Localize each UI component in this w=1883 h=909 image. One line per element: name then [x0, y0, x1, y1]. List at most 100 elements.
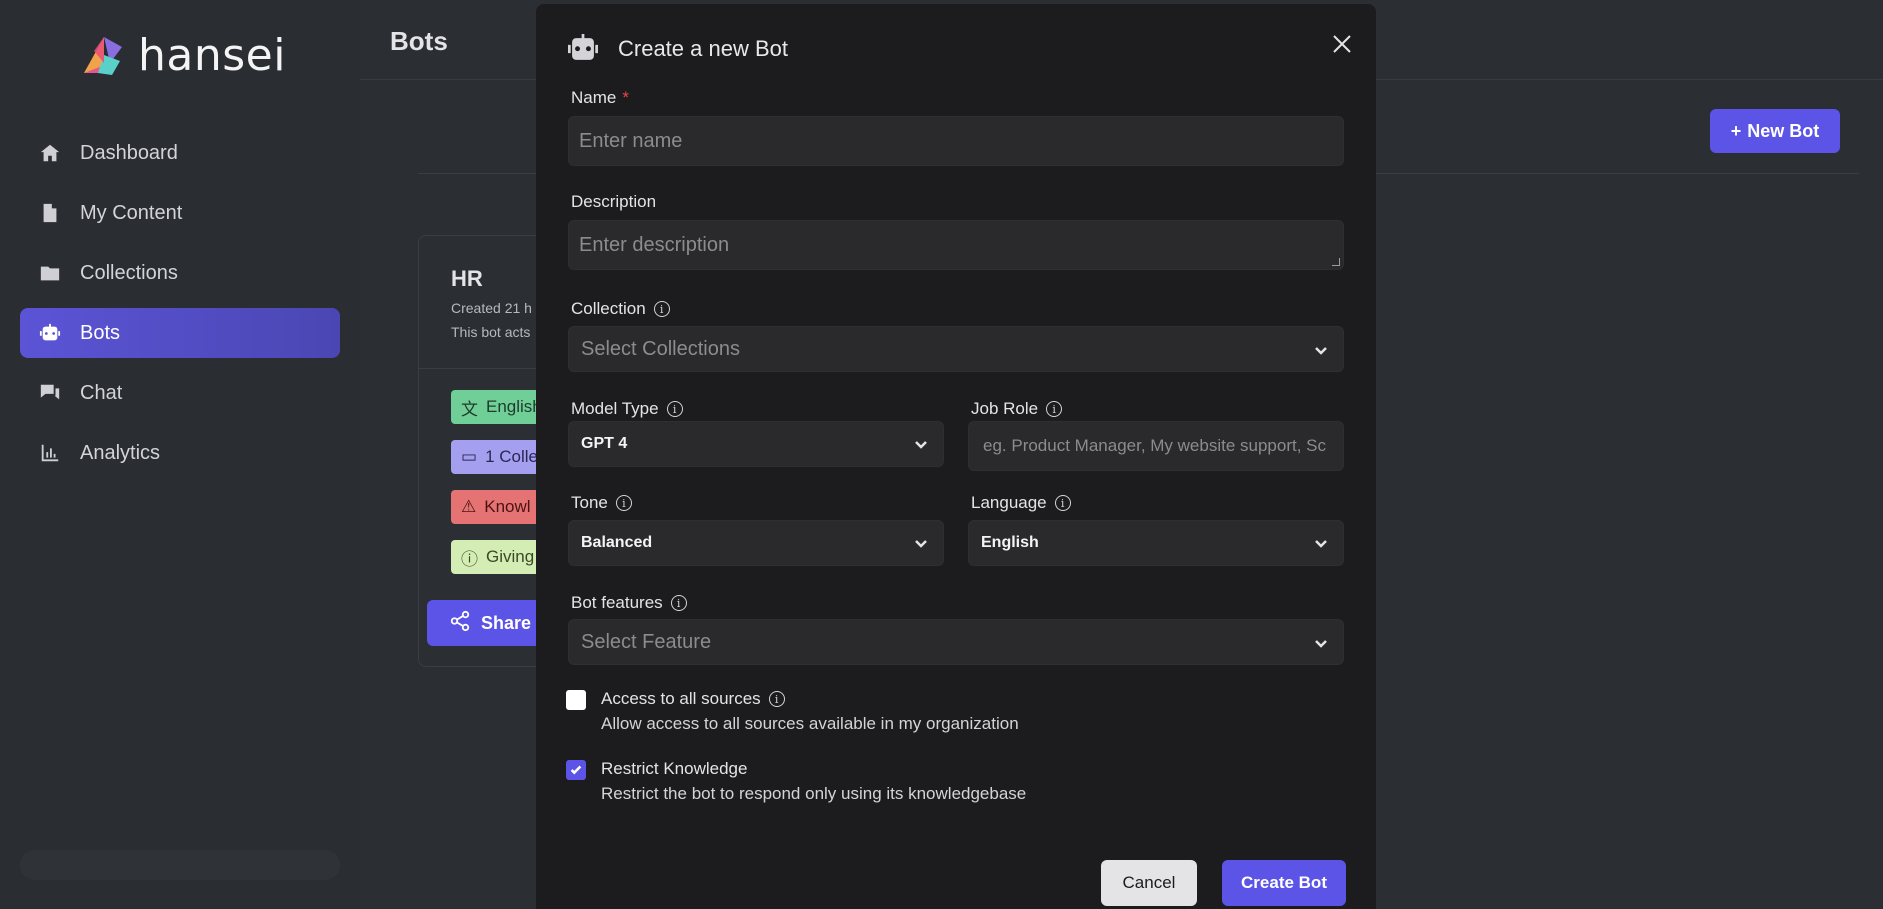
language-label-text: Language: [971, 493, 1047, 512]
access-all-sources-desc: Allow access to all sources available in…: [601, 714, 1019, 733]
sidebar-nav: Dashboard My Content Collections Bots Ch…: [20, 128, 340, 488]
model-type-select[interactable]: GPT 4: [568, 421, 944, 467]
tone-label-text: Tone: [571, 493, 608, 512]
sidebar-item-label: Chat: [80, 381, 123, 404]
new-bot-button[interactable]: + New Bot: [1710, 109, 1840, 153]
new-bot-label: New Bot: [1747, 120, 1820, 141]
sidebar-item-label: Collections: [80, 261, 178, 284]
sidebar-item-my-content[interactable]: My Content: [20, 188, 340, 238]
collection-select[interactable]: Select Collections: [568, 326, 1344, 372]
plus-icon: +: [1730, 120, 1742, 141]
language-select[interactable]: English: [968, 520, 1344, 566]
description-label-text: Description: [571, 192, 657, 211]
description-placeholder: Enter description: [579, 233, 730, 256]
resize-handle-icon[interactable]: [1332, 258, 1340, 266]
bot-features-label-text: Bot features: [571, 593, 663, 612]
bot-features-placeholder: Select Feature: [581, 630, 712, 653]
chevron-down-icon: [913, 535, 929, 551]
info-icon[interactable]: i: [615, 495, 632, 511]
info-icon[interactable]: i: [768, 691, 785, 707]
description-textarea[interactable]: Enter description: [568, 220, 1344, 270]
create-bot-button[interactable]: Create Bot: [1222, 860, 1346, 906]
language-value: English: [981, 534, 1039, 551]
warning-icon: ⚠: [461, 497, 477, 516]
collection-placeholder: Select Collections: [581, 337, 740, 360]
bot-card-created: Created 21 h: [451, 300, 532, 316]
name-label: Name *: [571, 88, 629, 108]
sidebar-item-label: My Content: [80, 201, 183, 224]
info-icon: ⓘ: [461, 549, 478, 569]
model-type-label: Model Type i: [571, 399, 683, 419]
sidebar-item-analytics[interactable]: Analytics: [20, 428, 340, 478]
model-type-label-text: Model Type: [571, 399, 659, 418]
tone-value: Balanced: [581, 534, 653, 551]
job-role-label-text: Job Role: [971, 399, 1039, 418]
sidebar-item-bots[interactable]: Bots: [20, 308, 340, 358]
sidebar-item-label: Dashboard: [80, 141, 178, 164]
create-bot-modal: Create a new Bot Name * Enter name Descr…: [536, 4, 1376, 909]
page-title: Bots: [390, 26, 448, 56]
restrict-knowledge-checkbox[interactable]: [566, 760, 586, 780]
folder-icon: [38, 261, 62, 285]
language-label: Language i: [971, 493, 1071, 513]
tag-label: 1 Colle: [485, 447, 538, 466]
cancel-button[interactable]: Cancel: [1101, 860, 1197, 906]
tone-select[interactable]: Balanced: [568, 520, 944, 566]
chart-icon: [38, 441, 62, 465]
sidebar-footer-pill[interactable]: [20, 850, 340, 880]
chevron-down-icon: [1313, 535, 1329, 551]
access-all-sources-checkbox[interactable]: [566, 690, 586, 710]
close-button[interactable]: [1330, 32, 1356, 58]
sidebar: hansei Dashboard My Content Collections …: [0, 0, 360, 909]
logo-text: hansei: [138, 30, 286, 81]
modal-header: Create a new Bot: [566, 34, 788, 64]
required-mark: *: [622, 88, 629, 107]
info-icon[interactable]: i: [670, 595, 687, 611]
close-icon: [1333, 35, 1351, 53]
info-icon[interactable]: i: [666, 401, 683, 417]
tag-label: Giving: [486, 547, 535, 566]
sidebar-item-label: Bots: [80, 321, 121, 344]
info-icon[interactable]: i: [1046, 401, 1063, 417]
job-role-label: Job Role i: [971, 399, 1063, 419]
name-placeholder: Enter name: [579, 129, 683, 152]
job-role-placeholder: eg. Product Manager, My website support,…: [983, 436, 1327, 455]
share-icon: [449, 610, 471, 637]
check-icon: [570, 765, 582, 775]
collection-label: Collection i: [571, 299, 670, 319]
tone-label: Tone i: [571, 493, 632, 513]
name-input[interactable]: Enter name: [568, 116, 1344, 166]
chevron-down-icon: [1313, 634, 1329, 650]
chat-icon: [38, 381, 62, 405]
access-all-sources-title: Access to all sources i: [601, 689, 785, 709]
hansei-logo-icon: [84, 36, 122, 75]
collection-label-text: Collection: [571, 299, 646, 318]
tag-label: English: [486, 397, 542, 416]
sidebar-item-label: Analytics: [80, 441, 161, 464]
sidebar-item-dashboard[interactable]: Dashboard: [20, 128, 340, 178]
access-all-title-text: Access to all sources: [601, 689, 761, 708]
translate-icon: 文: [461, 399, 478, 419]
logo[interactable]: hansei: [80, 30, 286, 81]
bot-card-title: HR: [451, 266, 483, 291]
bot-card-description: This bot acts: [451, 324, 531, 340]
bot-features-select[interactable]: Select Feature: [568, 619, 1344, 665]
robot-icon: [568, 34, 598, 60]
job-role-input[interactable]: eg. Product Manager, My website support,…: [968, 421, 1344, 471]
description-label: Description: [571, 192, 656, 212]
sidebar-item-chat[interactable]: Chat: [20, 368, 340, 418]
folder-icon: ▭: [461, 447, 478, 466]
robot-icon: [38, 321, 62, 345]
tag-label: Knowl: [484, 497, 531, 516]
name-label-text: Name: [571, 88, 617, 107]
chevron-down-icon: [913, 436, 929, 452]
model-type-value: GPT 4: [581, 435, 628, 452]
home-icon: [38, 141, 62, 165]
info-icon[interactable]: i: [653, 301, 670, 317]
restrict-knowledge-desc: Restrict the bot to respond only using i…: [601, 784, 1027, 803]
file-icon: [38, 201, 62, 225]
bot-features-label: Bot features i: [571, 593, 687, 613]
modal-title: Create a new Bot: [618, 36, 788, 61]
info-icon[interactable]: i: [1054, 495, 1071, 511]
sidebar-item-collections[interactable]: Collections: [20, 248, 340, 298]
